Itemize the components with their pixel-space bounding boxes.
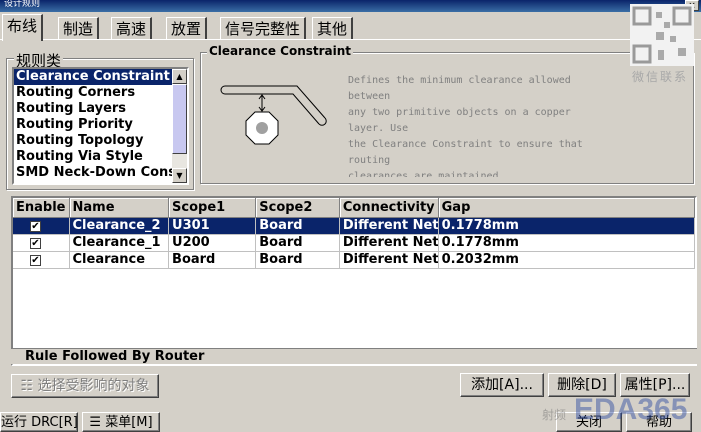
scroll-down-icon[interactable]: ▼ [172, 168, 187, 183]
description-line: any two primitive objects on a copper [348, 107, 571, 118]
enable-cell[interactable]: ✔ [13, 251, 70, 269]
column-name[interactable]: Name [69, 198, 170, 218]
close-button[interactable]: 关闭 [556, 412, 622, 432]
rule-classes-list[interactable]: Clearance Constraint Routing Corners Rou… [12, 67, 189, 185]
table-row[interactable]: ✔ Clearance Board Board Different Nets 0… [13, 251, 695, 269]
checkbox-checked-icon[interactable]: ✔ [30, 238, 41, 249]
column-scope2[interactable]: Scope2 [255, 198, 340, 218]
gap-cell: 0.1778mm [438, 234, 695, 252]
checkbox-checked-icon[interactable]: ✔ [30, 221, 41, 232]
scope2-cell: Board [255, 217, 340, 235]
tab-placement[interactable]: 放置 [166, 17, 208, 40]
tab-high-speed[interactable]: 高速 [111, 17, 153, 40]
column-gap[interactable]: Gap [438, 198, 695, 218]
help-button[interactable]: 帮助 [626, 412, 692, 432]
scope2-cell: Board [255, 234, 340, 252]
menu-button[interactable]: ☰ 菜单[M] [82, 412, 160, 432]
scope1-cell: U200 [168, 234, 257, 252]
rule-description: Defines the minimum clearance allowed be… [348, 73, 588, 177]
scroll-thumb[interactable] [172, 84, 187, 154]
column-scope1[interactable]: Scope1 [168, 198, 257, 218]
rule-class-routing-priority[interactable]: Routing Priority [14, 117, 174, 133]
table-row[interactable]: ✔ Clearance_2 U301 Board Different Nets … [13, 217, 695, 235]
rule-class-routing-topology[interactable]: Routing Topology [14, 133, 174, 149]
description-line: between [348, 91, 391, 102]
description-line: layer. Use [348, 123, 409, 134]
rule-class-smd-neck-down[interactable]: SMD Neck-Down Constraint [14, 165, 174, 181]
connectivity-cell: Different Nets [339, 234, 439, 252]
rule-class-routing-via-style[interactable]: Routing Via Style [14, 149, 174, 165]
description-line: routing [348, 155, 391, 166]
rule-name-cell: Clearance [69, 251, 170, 269]
scope1-cell: U301 [168, 217, 257, 235]
tab-divider [0, 39, 701, 40]
rule-properties-button[interactable]: 属性[P]... [620, 373, 690, 397]
column-connectivity[interactable]: Connectivity [339, 198, 439, 218]
rule-class-routing-layers[interactable]: Routing Layers [14, 101, 174, 117]
menu-label: 菜单[M] [105, 415, 153, 430]
tab-signal-integrity[interactable]: 信号完整性 [220, 17, 307, 40]
enable-cell[interactable]: ✔ [13, 234, 70, 252]
menu-icon: ☰ [89, 415, 106, 430]
table-row[interactable]: ✔ Clearance_1 U200 Board Different Nets … [13, 234, 695, 252]
scroll-up-icon[interactable]: ▲ [172, 69, 187, 84]
preview-title: Clearance Constraint [207, 44, 354, 58]
select-affected-objects-button[interactable]: ☷ 选择受影响的对象 [11, 374, 159, 398]
tab-strip: 布线 制造 高速 放置 信号完整性 其他 [0, 14, 701, 41]
rule-class-clearance[interactable]: Clearance Constraint [14, 69, 174, 85]
tab-other[interactable]: 其他 [312, 17, 354, 40]
rule-classes-scrollbar[interactable]: ▲ ▼ [172, 69, 187, 183]
description-line: clearances are maintained [348, 171, 499, 177]
gap-cell: 0.1778mm [438, 217, 695, 235]
description-line: the Clearance Constraint to ensure that [348, 139, 583, 150]
rule-name-cell: Clearance_2 [69, 217, 170, 235]
select-objects-icon: ☷ [20, 378, 38, 394]
table-header: Enable Name Scope1 Scope2 Connectivity G… [13, 198, 695, 218]
rule-name-cell: Clearance_1 [69, 234, 170, 252]
clearance-diagram-icon [220, 85, 327, 145]
select-objects-label: 选择受影响的对象 [37, 378, 150, 394]
delete-rule-button[interactable]: 删除[D] [548, 373, 616, 397]
description-line: Defines the minimum clearance allowed [348, 75, 571, 86]
enable-cell[interactable]: ✔ [13, 217, 70, 235]
connectivity-cell: Different Nets [339, 251, 439, 269]
tab-manufacturing[interactable]: 制造 [58, 17, 100, 40]
checkbox-checked-icon[interactable]: ✔ [30, 255, 41, 266]
column-enable[interactable]: Enable [13, 198, 70, 218]
run-drc-button[interactable]: 运行 DRC[R] [0, 412, 78, 432]
rule-class-routing-corners[interactable]: Routing Corners [14, 85, 174, 101]
rules-table[interactable]: Enable Name Scope1 Scope2 Connectivity G… [11, 196, 697, 366]
tab-routing[interactable]: 布线 [2, 14, 44, 41]
scope1-cell: Board [168, 251, 257, 269]
gap-cell: 0.2032mm [438, 251, 695, 269]
connectivity-cell: Different Nets [339, 217, 439, 235]
close-window-button[interactable]: × [685, 0, 699, 11]
rule-status-text: Rule Followed By Router [11, 348, 697, 364]
add-rule-button[interactable]: 添加[A]... [460, 373, 544, 397]
scope2-cell: Board [255, 251, 340, 269]
window-title: 设计规则 [0, 0, 701, 12]
